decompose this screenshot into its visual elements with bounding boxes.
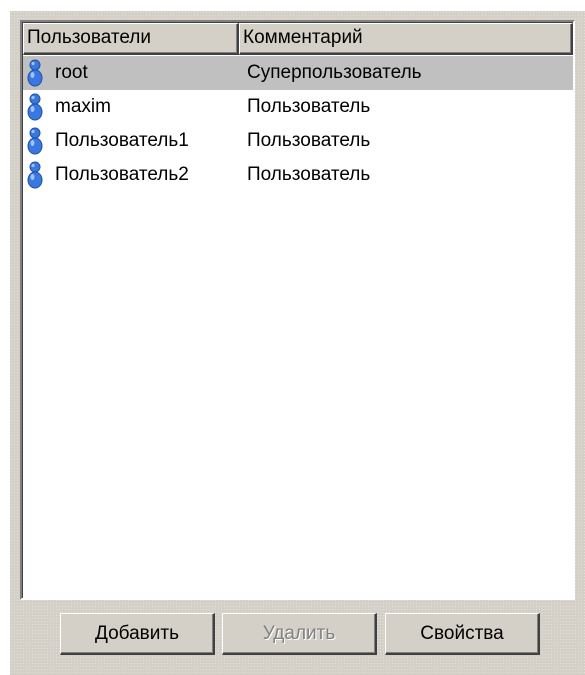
properties-button[interactable]: Свойства — [385, 613, 540, 655]
user-row[interactable]: Пользователь1 Пользователь — [23, 124, 573, 158]
add-button[interactable]: Добавить — [60, 613, 215, 655]
user-comment: Пользователь — [247, 130, 371, 151]
user-name: root — [55, 62, 88, 83]
user-icon — [27, 93, 43, 121]
users-listview[interactable]: Пользователи Комментарий root Суперпольз… — [20, 20, 575, 600]
user-name: maxim — [55, 96, 111, 117]
listview-header: Пользователи Комментарий — [23, 23, 573, 55]
user-name: Пользователь2 — [55, 164, 189, 185]
user-row[interactable]: Пользователь2 Пользователь — [23, 158, 573, 192]
column-header-comment[interactable]: Комментарий — [239, 23, 573, 55]
delete-button[interactable]: Удалить — [222, 613, 377, 655]
user-row[interactable]: maxim Пользователь — [23, 90, 573, 124]
user-icon — [27, 127, 43, 155]
user-comment: Пользователь — [247, 164, 371, 185]
user-comment: Пользователь — [247, 96, 371, 117]
user-icon — [27, 161, 43, 189]
user-row[interactable]: root Суперпользователь — [23, 56, 573, 90]
listview-rows: root Суперпользователь maxim Пользовател… — [23, 56, 573, 192]
column-header-users[interactable]: Пользователи — [23, 23, 239, 55]
user-comment: Суперпользователь — [247, 62, 422, 83]
user-name: Пользователь1 — [55, 130, 189, 151]
user-icon — [27, 59, 43, 87]
